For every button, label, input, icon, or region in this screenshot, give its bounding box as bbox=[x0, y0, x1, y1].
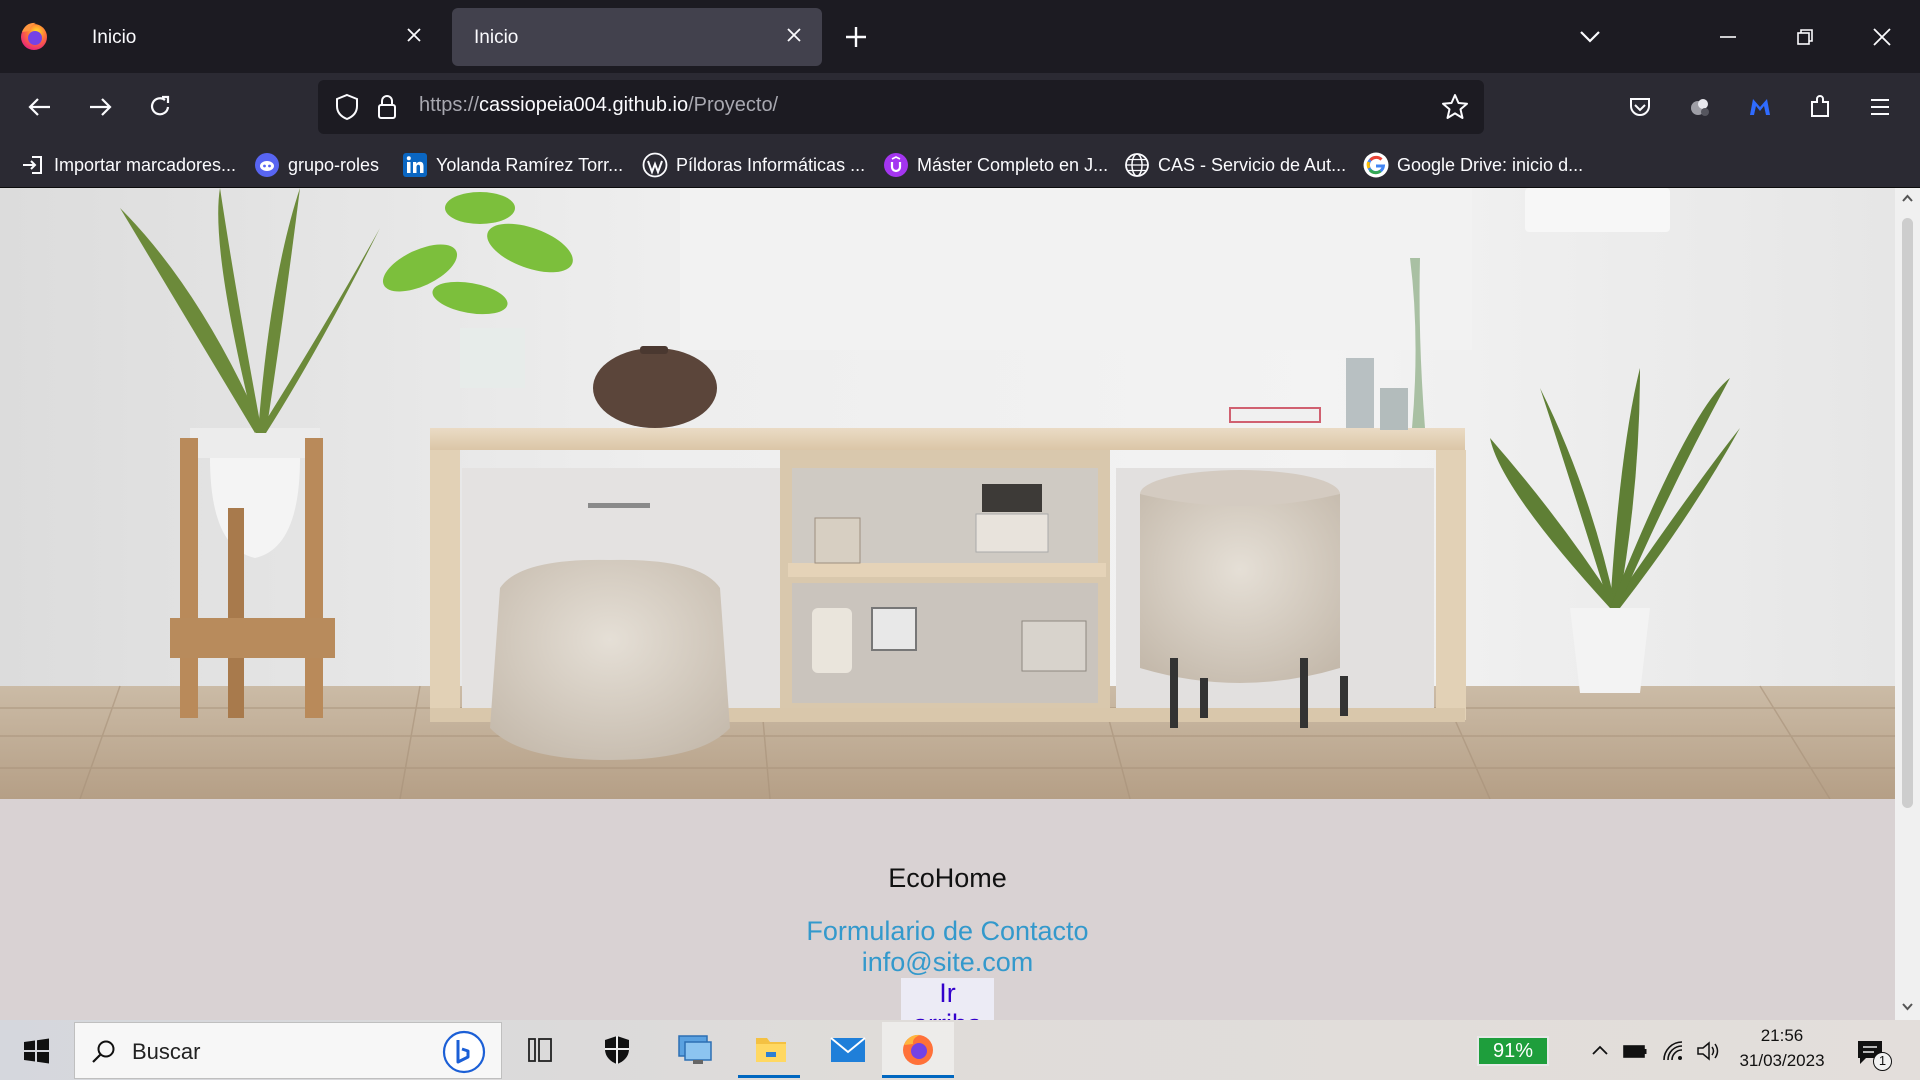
new-tab-plus-icon[interactable] bbox=[836, 17, 876, 57]
minimize-window-icon[interactable] bbox=[1708, 17, 1748, 57]
extension-orb-icon[interactable] bbox=[1680, 87, 1720, 127]
windows-security-shield-icon[interactable] bbox=[582, 1022, 652, 1078]
tab-inicio-2-active[interactable]: Inicio bbox=[452, 8, 822, 66]
reload-icon[interactable] bbox=[140, 87, 180, 127]
url-bar[interactable]: https://cassiopeia004.github.io/Proyecto… bbox=[318, 80, 1484, 134]
go-to-top-link[interactable]: Ir arriba bbox=[901, 978, 994, 1020]
bookmark-label: Píldoras Informáticas ... bbox=[676, 154, 866, 175]
bookmark-google-drive[interactable]: Google Drive: inicio d... bbox=[1363, 151, 1583, 179]
url-scheme: https:// bbox=[419, 94, 480, 116]
vertical-scrollbar[interactable] bbox=[1895, 188, 1920, 1020]
windows-start-icon[interactable] bbox=[14, 1032, 58, 1070]
battery-indicator[interactable]: 91% bbox=[1477, 1036, 1549, 1066]
contact-form-link[interactable]: Formulario de Contacto bbox=[790, 916, 1105, 947]
firefox-taskbar-icon[interactable] bbox=[882, 1022, 954, 1078]
bookmark-yolanda-ramirez[interactable]: Yolanda Ramírez Torr... bbox=[402, 151, 623, 179]
bookmark-label: Google Drive: inicio d... bbox=[1397, 154, 1584, 175]
volume-speaker-icon[interactable] bbox=[1693, 1036, 1723, 1066]
linkedin-icon bbox=[402, 152, 428, 178]
bookmark-label: Importar marcadores... bbox=[54, 154, 237, 175]
bookmark-star-icon[interactable] bbox=[1438, 90, 1472, 124]
list-all-tabs-chevron-down-icon[interactable] bbox=[1570, 17, 1610, 57]
tracking-protection-shield-icon[interactable] bbox=[330, 90, 364, 124]
google-icon bbox=[1363, 152, 1389, 178]
active-app-underline bbox=[738, 1075, 800, 1078]
bookmark-importar-marcadores[interactable]: Importar marcadores... bbox=[20, 151, 236, 179]
bookmark-label: grupo-roles bbox=[288, 154, 380, 175]
tab-inicio-1[interactable]: Inicio bbox=[70, 8, 442, 66]
show-hidden-icons-chevron-up-icon[interactable] bbox=[1585, 1036, 1615, 1066]
active-app-underline bbox=[882, 1075, 954, 1078]
scroll-up-arrow-icon[interactable] bbox=[1899, 190, 1916, 207]
close-tab-icon[interactable] bbox=[402, 23, 426, 47]
clock-date: 31/03/2023 bbox=[1739, 1051, 1825, 1070]
bookmark-cas-servicio[interactable]: CAS - Servicio de Aut... bbox=[1124, 151, 1346, 179]
lock-icon[interactable] bbox=[370, 90, 404, 124]
mail-icon[interactable] bbox=[813, 1022, 883, 1078]
bookmark-pildoras-informaticas[interactable]: Píldoras Informáticas ... bbox=[642, 151, 865, 179]
bing-icon[interactable] bbox=[441, 1029, 487, 1075]
search-placeholder: Buscar bbox=[132, 1039, 201, 1064]
footer-brand: EcoHome bbox=[888, 863, 1007, 893]
file-explorer-folder-icon[interactable] bbox=[736, 1022, 806, 1078]
url-path: /Proyecto/ bbox=[688, 94, 779, 116]
battery-tray-icon[interactable] bbox=[1620, 1036, 1650, 1066]
url-text[interactable]: https://cassiopeia004.github.io/Proyecto… bbox=[419, 94, 778, 117]
remote-desktop-icon[interactable] bbox=[659, 1022, 729, 1078]
clock-time: 21:56 bbox=[1760, 1026, 1804, 1045]
udemy-icon bbox=[883, 152, 909, 178]
restore-window-icon[interactable] bbox=[1785, 17, 1825, 57]
close-window-icon[interactable] bbox=[1862, 17, 1902, 57]
hero-image bbox=[0, 188, 1895, 799]
search-icon bbox=[89, 1037, 119, 1067]
bookmark-master-completo[interactable]: Máster Completo en J... bbox=[883, 151, 1108, 179]
clock[interactable]: 21:56 31/03/2023 bbox=[1732, 1024, 1832, 1078]
browser-titlebar: Inicio Inicio bbox=[0, 0, 1920, 73]
malwarebytes-extension-icon[interactable] bbox=[1740, 87, 1780, 127]
bookmark-label: Yolanda Ramírez Torr... bbox=[436, 154, 624, 175]
url-host: cassiopeia004.github.io bbox=[479, 94, 689, 116]
globe-icon bbox=[1124, 152, 1150, 178]
notification-count-badge: 1 bbox=[1873, 1052, 1892, 1071]
task-view-icon[interactable] bbox=[505, 1022, 575, 1078]
notification-center-icon[interactable]: 1 bbox=[1852, 1034, 1892, 1074]
hamburger-menu-icon[interactable] bbox=[1860, 87, 1900, 127]
bookmark-label: Máster Completo en J... bbox=[917, 154, 1109, 175]
tab-label: Inicio bbox=[474, 27, 519, 48]
scrollbar-thumb[interactable] bbox=[1902, 218, 1913, 808]
email-link[interactable]: info@site.com bbox=[845, 947, 1050, 978]
pocket-icon[interactable] bbox=[1620, 87, 1660, 127]
bookmark-label: CAS - Servicio de Aut... bbox=[1158, 154, 1347, 175]
battery-percent: 91% bbox=[1492, 1040, 1534, 1062]
bookmark-grupo-roles[interactable]: grupo-roles bbox=[254, 151, 379, 179]
taskbar-search-box[interactable]: Buscar bbox=[74, 1022, 502, 1079]
import-icon bbox=[20, 152, 46, 178]
extensions-puzzle-icon[interactable] bbox=[1800, 87, 1840, 127]
page-viewport: EcoHome Formulario de Contacto info@site… bbox=[0, 188, 1920, 1020]
firefox-logo-icon[interactable] bbox=[18, 20, 50, 52]
back-arrow-icon[interactable] bbox=[20, 87, 60, 127]
tab-label: Inicio bbox=[92, 27, 137, 48]
scroll-down-arrow-icon[interactable] bbox=[1899, 998, 1916, 1015]
wordpress-icon bbox=[642, 152, 668, 178]
discord-icon bbox=[254, 152, 280, 178]
forward-arrow-icon[interactable] bbox=[80, 87, 120, 127]
page-footer: EcoHome Formulario de Contacto info@site… bbox=[0, 799, 1895, 1020]
close-tab-icon[interactable] bbox=[782, 23, 806, 47]
wifi-icon[interactable] bbox=[1658, 1036, 1688, 1066]
